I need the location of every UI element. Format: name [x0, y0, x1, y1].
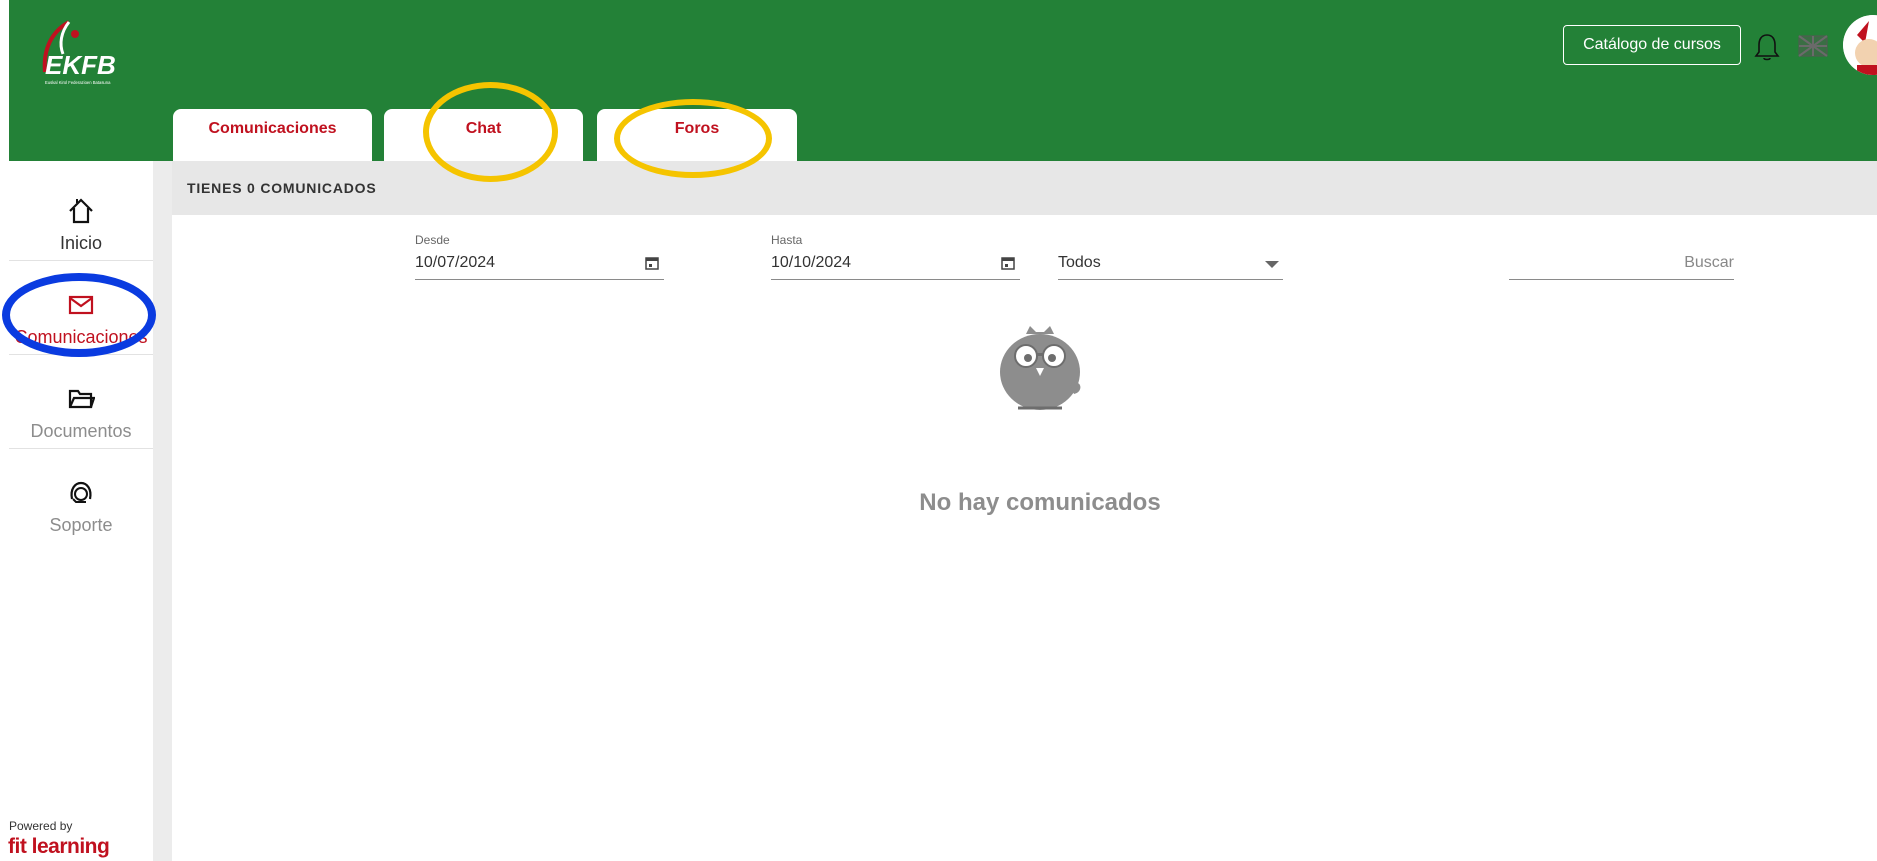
tab-chat[interactable]: Chat: [384, 109, 583, 161]
catalog-button[interactable]: Catálogo de cursos: [1563, 25, 1741, 65]
home-icon: [67, 197, 95, 225]
svg-text:EKFB: EKFB: [45, 50, 116, 80]
powered-by-text: Powered by: [9, 819, 73, 833]
app-root: EKFB Euskal Kirol Federazioen Batasuna C…: [0, 0, 1877, 861]
sidebar-item-soporte[interactable]: Soporte: [9, 449, 153, 543]
sidebar-item-inicio[interactable]: Inicio: [9, 167, 153, 261]
tab-chat-label: Chat: [465, 120, 502, 137]
from-date-input[interactable]: 10/07/2024: [415, 254, 495, 272]
folder-icon: [67, 385, 96, 413]
content-header-bar: [172, 161, 1877, 215]
owl-illustration: [990, 322, 1090, 418]
mail-icon: [67, 291, 95, 319]
svg-text:Euskal Kirol Federazioen Batas: Euskal Kirol Federazioen Batasuna: [45, 80, 111, 85]
empty-state-message: No hay comunicados: [919, 489, 1161, 516]
sidebar-item-label: Inicio: [59, 233, 103, 253]
calendar-icon[interactable]: [1000, 255, 1016, 271]
page-title: TIENES 0 COMUNICADOS: [187, 180, 377, 196]
search-underline: [1509, 279, 1734, 280]
bell-icon[interactable]: [1754, 32, 1780, 62]
tab-foros[interactable]: Foros: [597, 109, 797, 161]
tab-foros-label: Foros: [674, 120, 720, 137]
user-avatar[interactable]: [1843, 15, 1877, 75]
type-select-underline: [1058, 279, 1283, 280]
from-date-underline: [415, 279, 664, 280]
tab-comunicaciones-label: Comunicaciones: [208, 120, 337, 137]
sidebar-item-label: Documentos: [30, 421, 132, 441]
chevron-down-icon[interactable]: [1265, 261, 1279, 268]
fit-learning-logo[interactable]: fit learning: [8, 835, 110, 859]
tab-comunicaciones[interactable]: Comunicaciones: [173, 109, 372, 161]
from-date-label: Desde: [415, 233, 450, 247]
to-date-label: Hasta: [771, 233, 803, 247]
search-input[interactable]: Buscar: [1509, 254, 1734, 272]
support-icon: [67, 479, 95, 507]
calendar-icon[interactable]: [644, 255, 660, 271]
to-date-input[interactable]: 10/10/2024: [771, 254, 851, 272]
sidebar-item-documentos[interactable]: Documentos: [9, 355, 153, 449]
sidebar-divider: [153, 161, 172, 861]
sidebar-item-label: Comunicaciones: [14, 327, 148, 347]
ekfb-logo[interactable]: EKFB Euskal Kirol Federazioen Batasuna: [31, 20, 141, 90]
sidebar-item-comunicaciones[interactable]: Comunicaciones: [9, 261, 153, 355]
sidebar-item-label: Soporte: [49, 515, 113, 535]
type-select[interactable]: Todos: [1058, 254, 1101, 272]
language-flag-icon[interactable]: [1795, 28, 1831, 64]
to-date-underline: [771, 279, 1020, 280]
